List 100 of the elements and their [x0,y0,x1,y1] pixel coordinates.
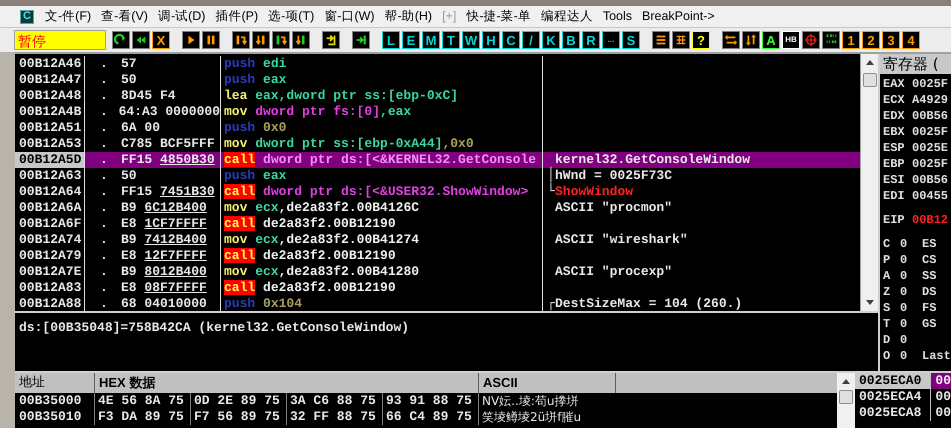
operand-bytes: 1CF7FFFF [144,216,207,232]
instruction-text: call de2a83f2.00B12190 [224,280,396,295]
address-cell: 00B12A74 [19,232,82,247]
bracket-line: └ [547,184,555,200]
flag-name: Z [883,284,892,300]
toolbar-button[interactable]: 2 [862,31,880,49]
scrollbar[interactable] [837,373,855,428]
menu-item[interactable]: 插件(P) [210,7,264,26]
toolbar-button[interactable]: M [422,31,440,49]
toolbar-button[interactable]: 4 [902,31,920,49]
toolbar-button[interactable]: E [402,31,420,49]
toolbar-button[interactable] [252,31,270,49]
operand-bytes: 7451B30 [160,184,215,200]
toolbar-button[interactable] [132,31,150,49]
address-cell: 00B12A48 [19,88,82,103]
toolbar-button[interactable]: 3 [882,31,900,49]
register-name: ESP [883,140,906,156]
toolbar-button[interactable]: H [482,31,500,49]
toolbar-button[interactable]: 1 [842,31,860,49]
flag-value: 0 [900,236,908,252]
menu-item[interactable]: Tools [598,7,638,26]
flag-name: A [883,268,892,284]
opcode-bytes: 68 04010000 [121,296,207,311]
menu-item[interactable]: 选-项(T) [263,7,320,26]
toolbar-button[interactable]: HB [782,31,800,49]
toolbar-button[interactable]: B [562,31,580,49]
toolbar-button[interactable]: L [382,31,400,49]
toolbar-button[interactable] [232,31,250,49]
segment-name: GS [922,316,936,332]
scroll-up-icon[interactable] [866,60,874,65]
toolbar-button[interactable]: R [582,31,600,49]
hex-cell: 4E 56 8A 75 [95,393,191,409]
toolbar-button[interactable]: X [152,31,170,49]
address-cell: 00B12A46 [19,56,82,71]
instruction-text: lea eax,dword ptr ss:[ebp-0xC] [224,88,458,103]
toolbar-button[interactable]: K [542,31,560,49]
toolbar-button[interactable] [292,31,310,49]
toolbar-button[interactable]: W [462,31,480,49]
toolbar-button[interactable] [112,31,130,49]
register-name: EDI [883,188,906,204]
ascii-cell-text: 笑堎鳟堎2ü垪f膗u [481,409,582,425]
flag-name: T [883,316,892,332]
column-header[interactable]: ASCII [479,373,616,393]
instruction-text: call dword ptr ds:[<&KERNEL32.GetConsole [224,152,536,167]
opcode-bytes: 64:A3 0000000 [118,104,220,120]
selected-row[interactable]: . FF15 4850B30 call dword ptr ds:[<&KERNEL32.GetConsole kernel32.GetConsoleWindow [85,152,860,168]
register-name: EDX [883,108,906,124]
menu-item[interactable]: 调-试(D) [152,7,210,26]
scroll-thumb[interactable] [839,390,853,404]
toolbar-button[interactable] [822,31,840,49]
grid-icon [674,33,688,47]
toolbar-button[interactable]: T [442,31,460,49]
row-marker: . [100,104,109,120]
address-cell: 00B12A64 [19,184,82,199]
toolbar-button[interactable]: ... [602,31,620,49]
menu-item[interactable]: 编程达人 [536,7,598,26]
flag-value: 0 [900,348,908,364]
toolbar-button[interactable] [322,31,340,49]
toolbar-button[interactable] [202,31,220,49]
toolbar-button[interactable]: C [502,31,520,49]
restart-icon [114,33,128,47]
value-cell: 00 [931,373,951,389]
menu-item[interactable]: 文-件(F) [40,7,96,26]
menu-item[interactable]: 窗-口(W) [319,7,380,26]
toolbar-button[interactable]: A [762,31,780,49]
row-marker: . [100,216,109,232]
toolbar-button[interactable] [352,31,370,49]
toolbar-button[interactable] [742,31,760,49]
toolbar-button[interactable] [672,31,690,49]
toolbar-button[interactable]: / [522,31,540,49]
scroll-down-icon[interactable] [866,300,874,305]
flag-name: D [883,332,892,348]
register-name: ECX [883,92,906,108]
toolbar-button[interactable] [652,31,670,49]
address-cell: 00B35000 [15,393,95,409]
column-header[interactable]: HEX 数据 [95,373,479,393]
toolbar-button[interactable] [272,31,290,49]
flag-value: 0 [900,284,908,300]
register-value: 0025F [912,156,948,172]
flag-value: 0 [900,316,908,332]
menu-item[interactable]: 快-捷-菜-单 [461,7,536,26]
menu-item[interactable]: BreakPoint-> [637,7,720,26]
opcode-bytes: FF15 [121,184,152,200]
register-name: EAX [883,76,906,92]
column-header[interactable]: 地址 [15,373,95,393]
row-marker: . [100,88,109,104]
row-marker: . [100,152,109,168]
toolbar-button[interactable] [182,31,200,49]
row-marker: . [100,296,109,311]
menu-item[interactable]: 帮-助(H) [380,7,438,26]
scrollbar[interactable] [860,54,878,311]
opcode-bytes: FF15 [121,152,152,168]
toolbar-button[interactable]: S [622,31,640,49]
scroll-thumb[interactable] [862,73,876,87]
row-marker: . [100,232,109,248]
menu-item[interactable]: 查-看(V) [96,7,153,26]
flag-name: C [883,236,892,252]
toolbar-button[interactable]: ? [692,31,710,49]
toolbar-button[interactable] [722,31,740,49]
scroll-up-icon[interactable] [842,379,850,384]
